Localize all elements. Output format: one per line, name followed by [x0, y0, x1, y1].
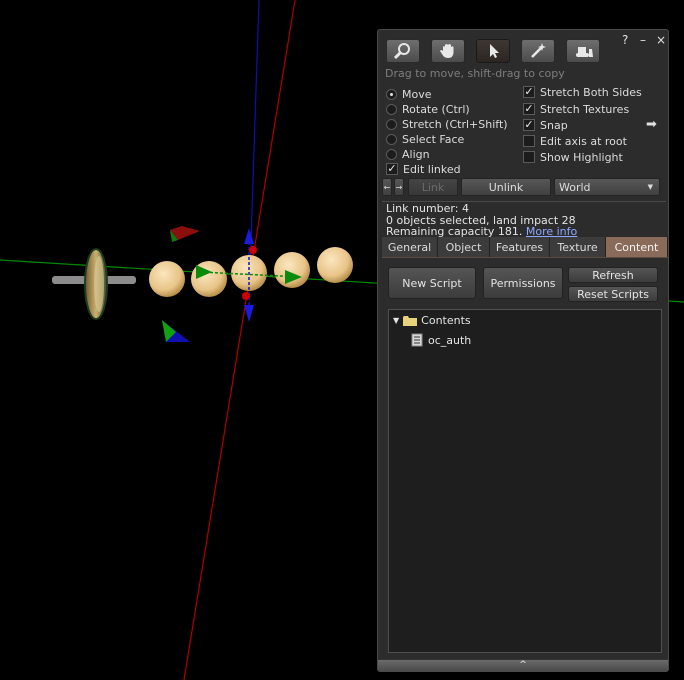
tab-object[interactable]: Object — [438, 237, 490, 257]
pointer-icon — [490, 44, 499, 58]
edit-tool-button[interactable] — [476, 39, 510, 63]
permissions-button[interactable]: Permissions — [483, 267, 563, 299]
land-tool-button[interactable] — [566, 39, 600, 63]
mode-move[interactable]: Move — [386, 87, 432, 101]
mode-select-face[interactable]: Select Face — [386, 132, 464, 146]
snap-checkbox[interactable]: ✓ Snap — [523, 118, 568, 132]
radio-button[interactable] — [386, 118, 397, 130]
radio-button[interactable] — [386, 88, 397, 100]
triangle-down-icon[interactable]: ▼ — [393, 316, 399, 325]
build-floater[interactable]: ? – × Drag to move, shift-drag to copy M… — [377, 29, 669, 672]
arrow-left-icon: ← — [383, 182, 391, 192]
select-prev-part-button[interactable]: ← — [382, 178, 392, 196]
checkbox[interactable]: ✓ — [386, 163, 398, 175]
checkbox[interactable]: ✓ — [523, 103, 535, 115]
mode-stretch[interactable]: Stretch (Ctrl+Shift) — [386, 117, 508, 131]
tab-general[interactable]: General — [382, 237, 438, 257]
refresh-button[interactable]: Refresh — [568, 267, 658, 283]
arrow-right-icon: → — [395, 182, 403, 192]
chevron-up-icon: ^ — [519, 660, 527, 670]
grab-hand-icon — [440, 44, 454, 58]
link-row: ← → Link Unlink World ▼ — [382, 178, 664, 198]
magnifier-icon — [393, 43, 410, 60]
tab-content[interactable]: Content — [606, 237, 668, 257]
unlink-button[interactable]: Unlink — [461, 178, 551, 196]
tab-features[interactable]: Features — [490, 237, 550, 257]
radio-button[interactable] — [386, 148, 397, 160]
edit-linked-checkbox[interactable]: ✓ Edit linked — [386, 162, 461, 176]
sphere-5[interactable] — [317, 247, 353, 283]
stretch-both-sides-checkbox[interactable]: ✓ Stretch Both Sides — [523, 85, 642, 99]
folder-icon — [403, 315, 418, 326]
focus-tool-button[interactable] — [386, 39, 420, 63]
sphere-1[interactable] — [149, 261, 185, 297]
manip-x-handle-bottom[interactable] — [242, 292, 250, 300]
manip-z-down-arrow[interactable] — [244, 305, 254, 322]
link-button[interactable]: Link — [408, 178, 458, 196]
edit-axis-at-root-checkbox[interactable]: Edit axis at root — [523, 134, 627, 148]
manip-x-handle-top[interactable] — [249, 246, 257, 254]
select-next-part-button[interactable]: → — [394, 178, 404, 196]
close-button[interactable]: × — [656, 33, 666, 47]
chevron-down-icon: ▼ — [647, 183, 653, 191]
content-panel: New Script Permissions Refresh Reset Scr… — [382, 257, 668, 657]
disc-inner — [94, 256, 104, 312]
x-axis-line — [183, 0, 296, 680]
bulldozer-icon — [576, 47, 593, 57]
create-tool-button[interactable] — [521, 39, 555, 63]
manip-z-up-arrow[interactable] — [244, 228, 254, 244]
script-icon — [411, 333, 423, 347]
minimize-button[interactable]: – — [640, 33, 646, 47]
mode-rotate[interactable]: Rotate (Ctrl) — [386, 102, 470, 116]
show-highlight-checkbox[interactable]: Show Highlight — [523, 150, 623, 164]
radio-button[interactable] — [386, 133, 397, 145]
reset-scripts-button[interactable]: Reset Scripts — [568, 286, 658, 302]
stretch-textures-checkbox[interactable]: ✓ Stretch Textures — [523, 102, 629, 116]
help-button[interactable]: ? — [622, 33, 628, 47]
radio-button[interactable] — [386, 103, 397, 115]
sphere-4[interactable] — [274, 252, 310, 288]
tab-texture[interactable]: Texture — [550, 237, 606, 257]
tab-bar: General Object Features Texture Content — [382, 237, 668, 257]
object-inventory-list[interactable]: ▼ Contents oc_auth — [388, 309, 662, 653]
grid-options-arrow-icon[interactable]: ➡ — [646, 117, 657, 132]
checkbox[interactable] — [523, 151, 535, 163]
magic-wand-icon — [531, 43, 546, 58]
move-tool-button[interactable] — [431, 39, 465, 63]
list-item[interactable]: oc_auth — [411, 332, 471, 348]
drag-hint: Drag to move, shift-drag to copy — [385, 67, 565, 80]
mode-align[interactable]: Align — [386, 147, 430, 161]
folder-contents[interactable]: ▼ Contents — [393, 312, 471, 328]
checkbox[interactable]: ✓ — [523, 119, 535, 131]
collapse-bar[interactable]: ^ — [378, 659, 668, 671]
checkbox[interactable] — [523, 135, 535, 147]
ruler-mode-dropdown[interactable]: World ▼ — [554, 178, 660, 196]
new-script-button[interactable]: New Script — [388, 267, 476, 299]
checkbox[interactable]: ✓ — [523, 86, 535, 98]
